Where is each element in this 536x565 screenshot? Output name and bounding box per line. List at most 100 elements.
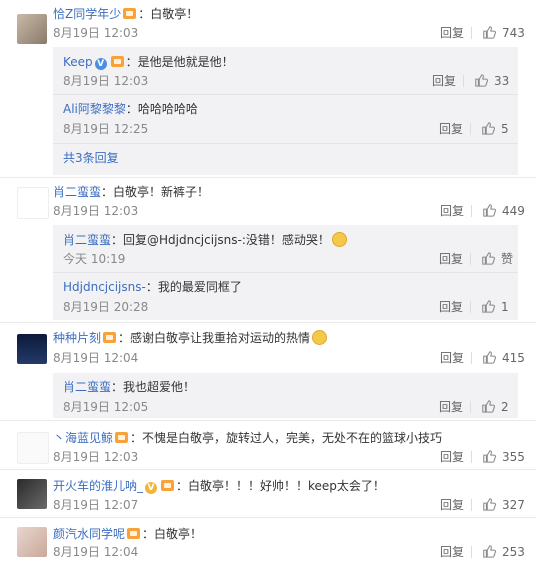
reply-button[interactable]: 回复 [440, 544, 464, 560]
comment-time: 8月19日 12:03 [53, 204, 139, 218]
comment-author[interactable]: 丶海蓝见鲸 [53, 431, 113, 445]
avatar[interactable] [17, 527, 47, 557]
comment-text: ：感谢白敬亭让我重拾对运动的热情 [118, 331, 311, 345]
thumbs-up-icon [481, 399, 495, 413]
reply-author[interactable]: Ali阿黎黎黎 [63, 102, 126, 116]
verified-v-icon: V [145, 482, 158, 494]
divider [0, 420, 536, 421]
reply-list: 肖二蛮蛮：我也超爱他！ 8月19日 12:05 回复 2 [53, 373, 518, 418]
comment-author[interactable]: 种种片刻 [53, 331, 101, 345]
avatar[interactable] [17, 14, 47, 44]
like-count: 355 [502, 450, 525, 464]
reply-button[interactable]: 回复 [439, 299, 463, 315]
reply-list: 肖二蛮蛮：回复@Hdjdncjcijsns-:没错！感动哭！ 今天 10:19 … [53, 225, 518, 320]
reply-button[interactable]: 回复 [432, 73, 456, 89]
member-crown-icon [110, 56, 124, 67]
like-count: 1 [501, 300, 509, 314]
divider [471, 546, 472, 558]
reply-time: 今天 10:19 [63, 252, 126, 266]
reply-time: 8月19日 20:28 [63, 300, 149, 314]
like-count: 327 [502, 498, 525, 512]
thumbs-up-icon [482, 25, 496, 39]
divider [470, 401, 471, 413]
avatar[interactable] [17, 479, 47, 509]
reply-author[interactable]: Keep [63, 55, 93, 69]
like-button[interactable]: 355 [482, 449, 525, 465]
comment-author[interactable]: 肖二蛮蛮 [53, 185, 101, 199]
comment-time: 8月19日 12:03 [53, 26, 139, 40]
divider [0, 469, 536, 470]
like-count: 5 [501, 122, 509, 136]
reply-button[interactable]: 回复 [439, 251, 463, 267]
like-button[interactable]: 253 [482, 544, 525, 560]
divider [470, 123, 471, 135]
comment-author[interactable]: 开火车的淮儿呐_ [53, 479, 143, 493]
thumbs-up-icon [474, 73, 488, 87]
reply-text: ：回复@Hdjdncjcijsns-:没错！感动哭！ [111, 233, 330, 247]
avatar[interactable] [17, 187, 49, 219]
reply-list: Keep V ：是他是他就是他！ 8月19日 12:03 回复 33 Ali阿黎黎黎… [53, 47, 518, 175]
reply-button[interactable]: 回复 [439, 121, 463, 137]
comment-text: ：不愧是白敬亭，旋转过人，完美，无处不在的篮球小技巧 [130, 431, 443, 445]
reply-button[interactable]: 回复 [440, 350, 464, 366]
like-button[interactable]: 327 [482, 497, 525, 513]
like-count: 415 [502, 351, 525, 365]
comment-text: ：白敬亭！！！好帅！！keep太会了！ [176, 479, 385, 493]
reply-button[interactable]: 回复 [440, 497, 464, 513]
reply-button[interactable]: 回复 [440, 203, 464, 219]
like-button[interactable]: 5 [481, 121, 509, 137]
thumbs-up-icon [482, 544, 496, 558]
like-button[interactable]: 449 [482, 203, 525, 219]
comment-time: 8月19日 12:04 [53, 545, 139, 559]
comment-time: 8月19日 12:04 [53, 351, 139, 365]
comment-time: 8月19日 12:07 [53, 498, 139, 512]
divider [471, 27, 472, 39]
emoji-icon [331, 232, 347, 247]
like-button[interactable]: 赞 [481, 251, 513, 267]
reply-button[interactable]: 回复 [440, 25, 464, 41]
thumbs-up-icon [482, 497, 496, 511]
avatar[interactable] [17, 334, 47, 364]
emoji-icon [312, 330, 328, 345]
divider [463, 75, 464, 87]
divider [0, 517, 536, 518]
member-crown-icon [123, 8, 137, 19]
thumbs-up-icon [481, 121, 495, 135]
like-count: 449 [502, 204, 525, 218]
like-button[interactable]: 1 [481, 299, 509, 315]
comment-author[interactable]: 恰Z同学年少 [53, 7, 121, 21]
verified-v-icon: V [94, 58, 107, 70]
comment-author[interactable]: 颜汽水同学呢 [53, 527, 125, 541]
divider [471, 451, 472, 463]
divider [471, 352, 472, 364]
avatar[interactable] [17, 432, 49, 464]
divider [53, 94, 518, 95]
like-button[interactable]: 415 [482, 350, 525, 366]
reply-author[interactable]: Hdjdncjcijsns- [63, 280, 146, 294]
member-crown-icon [103, 332, 117, 343]
divider [53, 143, 518, 144]
reply-time: 8月19日 12:03 [63, 74, 149, 88]
divider [471, 205, 472, 217]
like-button[interactable]: 743 [482, 25, 525, 41]
reply-button[interactable]: 回复 [439, 399, 463, 415]
more-replies-link[interactable]: 共3条回复 [63, 150, 119, 166]
reply-text: ：哈哈哈哈哈 [125, 102, 198, 116]
divider [53, 272, 518, 273]
reply-author[interactable]: 肖二蛮蛮 [63, 380, 111, 394]
reply-button[interactable]: 回复 [440, 449, 464, 465]
member-crown-icon [127, 528, 141, 539]
thumbs-up-icon [481, 299, 495, 313]
reply-author[interactable]: 肖二蛮蛮 [63, 233, 111, 247]
like-button[interactable]: 2 [481, 399, 509, 415]
member-crown-icon [161, 480, 175, 491]
comment-text: ：白敬亭！ [142, 527, 203, 541]
divider [470, 301, 471, 313]
like-button[interactable]: 33 [474, 73, 509, 89]
divider [470, 253, 471, 265]
thumbs-up-icon [482, 449, 496, 463]
like-count: 743 [502, 26, 525, 40]
divider [0, 322, 536, 323]
like-count: 2 [501, 400, 509, 414]
reply-time: 8月19日 12:05 [63, 400, 149, 414]
